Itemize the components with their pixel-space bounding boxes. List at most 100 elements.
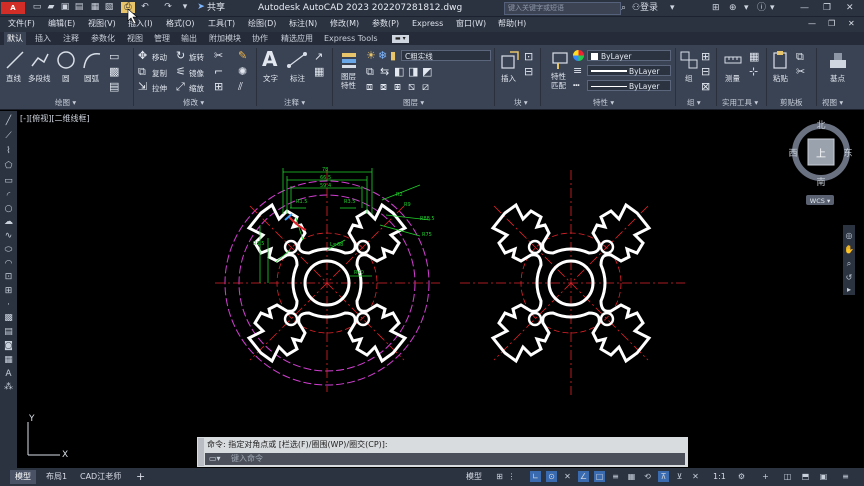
search-input[interactable]: 键入关键字或短语 bbox=[504, 2, 621, 15]
layer-off-icon[interactable]: ◩ bbox=[422, 66, 432, 78]
group-label[interactable]: 组 bbox=[685, 73, 693, 84]
exchange-icon[interactable]: ⊕ bbox=[729, 1, 737, 15]
menu-parametric[interactable]: 参数(P) bbox=[372, 17, 399, 30]
line-tool-icon[interactable] bbox=[5, 50, 25, 70]
doc-minimize-icon[interactable]: — bbox=[808, 17, 816, 30]
dimension-tool-icon[interactable] bbox=[287, 50, 307, 70]
share-icon[interactable]: ➤ bbox=[196, 2, 206, 13]
ortho-icon[interactable]: ∟ bbox=[530, 471, 541, 482]
draw-panel-label[interactable]: 绘图 ▾ bbox=[55, 97, 76, 108]
circle-tool-label[interactable]: 圆 bbox=[62, 73, 70, 84]
color-dropdown[interactable]: ByLayer bbox=[587, 50, 671, 61]
circle-tool-icon[interactable] bbox=[56, 50, 76, 70]
help-icon[interactable]: ▾ bbox=[744, 1, 749, 15]
polar-icon[interactable]: ⊙ bbox=[546, 471, 557, 482]
help-circle-icon[interactable]: ⓘ bbox=[757, 1, 766, 15]
block-panel-label[interactable]: 块 ▾ bbox=[514, 97, 528, 108]
command-prompt-icon[interactable]: ▭▾ bbox=[209, 454, 221, 464]
menu-express[interactable]: Express bbox=[412, 17, 443, 30]
hardware-acceleration-icon[interactable]: ⬒ bbox=[800, 471, 811, 482]
copy-label[interactable]: 复制 bbox=[152, 68, 167, 79]
properties-panel-label[interactable]: 特性 ▾ bbox=[593, 97, 614, 108]
menu-window[interactable]: 窗口(W) bbox=[456, 17, 486, 30]
tab-output[interactable]: 输出 bbox=[178, 32, 200, 45]
offset-icon[interactable]: ⫽ bbox=[238, 81, 243, 93]
region-icon[interactable]: ◙ bbox=[3, 341, 14, 352]
redo-icon[interactable]: ↷ bbox=[163, 2, 173, 13]
tab-default[interactable]: 默认 bbox=[4, 32, 26, 45]
selection-cycling-icon[interactable]: ⟲ bbox=[642, 471, 653, 482]
arc-icon[interactable]: ◜ bbox=[3, 191, 14, 202]
rectangle-icon[interactable]: ▭ bbox=[109, 51, 119, 63]
menu-modify[interactable]: 修改(M) bbox=[330, 17, 359, 30]
layer-delete-icon[interactable]: ⧆ bbox=[394, 81, 401, 93]
annotation-scale-value[interactable]: 1:1 bbox=[710, 470, 729, 484]
isodraft-icon[interactable]: ✕ bbox=[562, 471, 573, 482]
mirror-label[interactable]: 镜像 bbox=[189, 68, 204, 79]
paste-label[interactable]: 粘贴 bbox=[773, 73, 788, 84]
line-icon[interactable]: ╱ bbox=[3, 116, 14, 127]
auto-scale-icon[interactable]: ✕ bbox=[690, 471, 701, 482]
rectangle-tool-icon[interactable]: ▭ bbox=[3, 176, 14, 187]
layer-dropdown[interactable]: C粗实线 bbox=[401, 50, 491, 61]
menu-tools[interactable]: 工具(T) bbox=[208, 17, 235, 30]
lineweight-dropdown[interactable]: ByLayer bbox=[587, 65, 671, 76]
rotate-icon[interactable]: ↻ bbox=[176, 50, 185, 62]
dimension-tool-label[interactable]: 标注 bbox=[290, 73, 305, 84]
group-icon[interactable] bbox=[679, 50, 699, 70]
layer-match-icon[interactable]: ⧉ bbox=[366, 66, 374, 78]
measure-label[interactable]: 测量 bbox=[725, 73, 740, 84]
tab-featured-apps[interactable]: 精选应用 bbox=[278, 32, 316, 45]
rotate-label[interactable]: 旋转 bbox=[189, 52, 204, 63]
osnap-tracking-icon[interactable]: ∠ bbox=[578, 471, 589, 482]
dropdown-icon[interactable]: ▾ bbox=[670, 1, 675, 15]
command-grip[interactable] bbox=[198, 438, 204, 466]
lineweight-toggle-icon[interactable]: ≡ bbox=[610, 471, 621, 482]
stretch-icon[interactable]: ⇲ bbox=[138, 81, 147, 93]
hatch-tool-icon[interactable]: ▩ bbox=[3, 313, 14, 324]
tab-view[interactable]: 视图 bbox=[124, 32, 146, 45]
insert-block-icon[interactable] bbox=[500, 50, 520, 70]
table-tool-icon[interactable]: ▦ bbox=[3, 355, 14, 366]
ellipse-icon[interactable]: ⬭ bbox=[3, 245, 14, 256]
create-block-icon[interactable]: ⊡ bbox=[524, 51, 533, 63]
doc-close-icon[interactable]: ✕ bbox=[848, 17, 855, 30]
erase-icon[interactable]: ✎ bbox=[238, 50, 247, 62]
measure-icon[interactable] bbox=[723, 50, 743, 70]
ellipse-arc-icon[interactable]: ◠ bbox=[3, 259, 14, 270]
layer-unisolate-icon[interactable]: ◨ bbox=[408, 66, 418, 78]
user-icon[interactable]: ⚇ bbox=[632, 1, 640, 15]
clipboard-panel-label[interactable]: 剪贴板 bbox=[780, 97, 803, 108]
menu-insert[interactable]: 插入(I) bbox=[128, 17, 153, 30]
clean-screen-icon[interactable]: ▣ bbox=[818, 471, 829, 482]
menu-format[interactable]: 格式(O) bbox=[166, 17, 195, 30]
workspace-gear-icon[interactable]: ⚙ bbox=[736, 471, 747, 482]
polygon-icon[interactable]: ⬠ bbox=[3, 161, 14, 172]
copy-clip-icon[interactable]: ⧉ bbox=[796, 51, 804, 63]
menu-view[interactable]: 视图(V) bbox=[88, 17, 116, 30]
layer-properties-label[interactable]: 图层 特性 bbox=[341, 72, 356, 90]
lineweight-icon[interactable]: ≡ bbox=[573, 65, 582, 77]
layers-panel-label[interactable]: 图层 ▾ bbox=[403, 97, 424, 108]
groups-panel-label[interactable]: 组 ▾ bbox=[687, 97, 701, 108]
layer-on-icon[interactable]: ☀ bbox=[366, 50, 376, 62]
layout-tab-layout1[interactable]: 布局1 bbox=[41, 470, 72, 484]
paste-icon[interactable] bbox=[771, 50, 791, 70]
match-properties-icon[interactable] bbox=[550, 50, 570, 70]
open-web-icon[interactable]: ▧ bbox=[104, 2, 114, 13]
explode-icon[interactable]: ✺ bbox=[238, 66, 247, 78]
scale-icon[interactable]: ⤢ bbox=[176, 81, 185, 93]
help-dropdown-icon[interactable]: ▾ bbox=[770, 1, 775, 15]
scale-label[interactable]: 缩放 bbox=[189, 83, 204, 94]
make-block-icon[interactable]: ⊞ bbox=[3, 286, 14, 297]
linetype-icon[interactable]: ┅ bbox=[573, 80, 580, 92]
spline-icon[interactable]: ∿ bbox=[3, 231, 14, 242]
ribbon-minimize-icon[interactable]: ▬ ▾ bbox=[392, 35, 409, 43]
construction-line-icon[interactable]: ⟋ bbox=[3, 131, 14, 142]
match-properties-label[interactable]: 特性 匹配 bbox=[551, 72, 566, 90]
utilities-panel-label[interactable]: 实用工具 ▾ bbox=[722, 97, 758, 108]
tab-collaborate[interactable]: 协作 bbox=[249, 32, 271, 45]
tab-annotate[interactable]: 注释 bbox=[60, 32, 82, 45]
point-icon[interactable]: · bbox=[3, 300, 14, 311]
view-panel-label[interactable]: 视图 ▾ bbox=[822, 97, 843, 108]
